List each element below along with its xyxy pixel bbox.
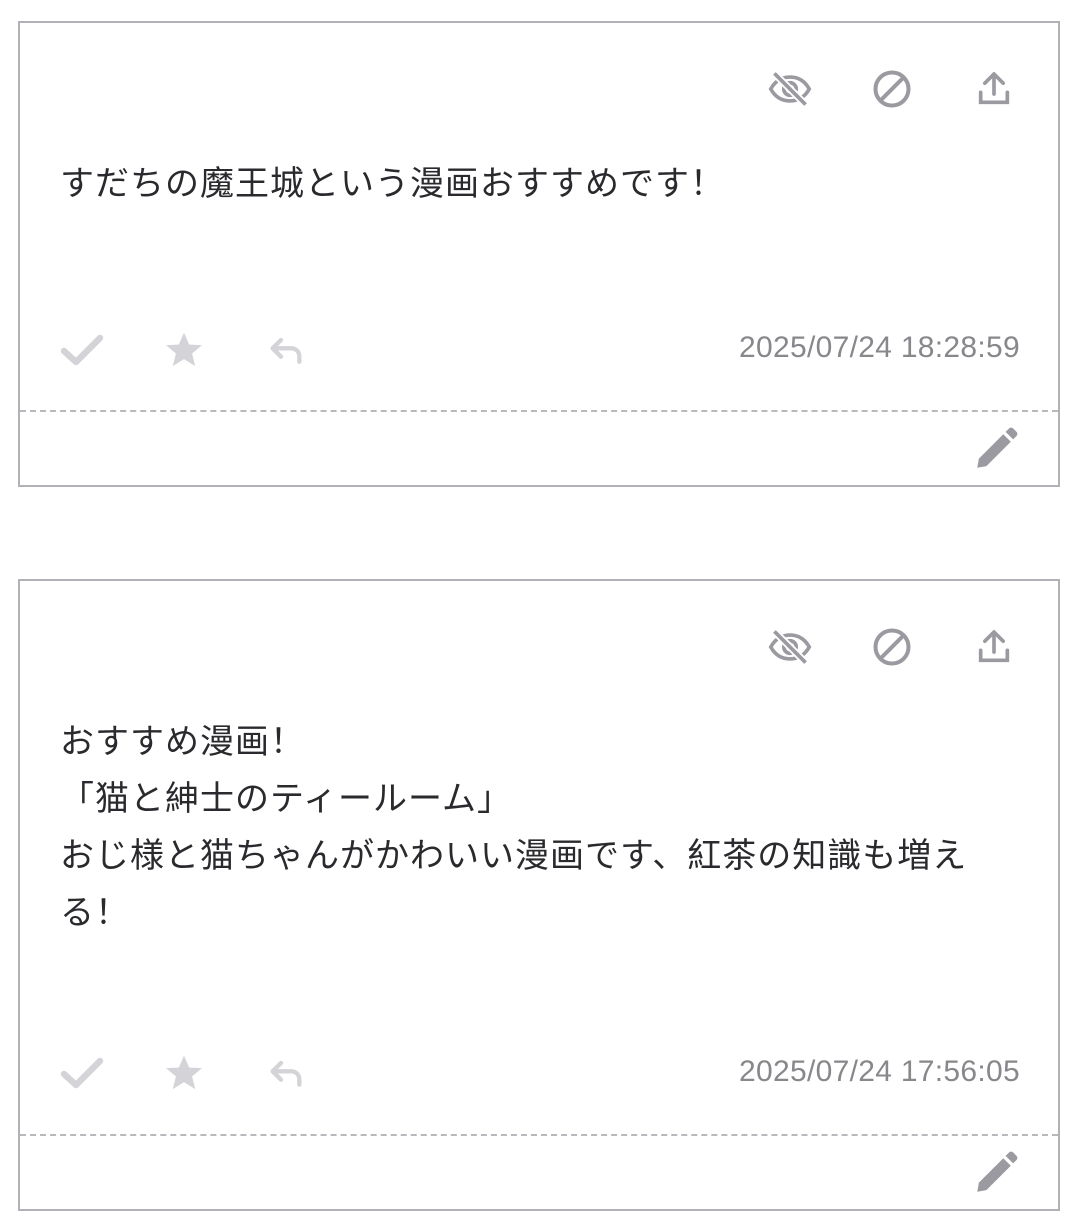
post-timestamp: 2025/07/24 18:28:59 bbox=[739, 331, 1020, 364]
star-icon bbox=[166, 1055, 202, 1090]
card-bottom-actions bbox=[56, 1047, 312, 1099]
star-icon bbox=[166, 332, 202, 367]
block-icon bbox=[873, 628, 911, 666]
reply-button[interactable] bbox=[260, 1047, 312, 1099]
reply-button[interactable] bbox=[260, 324, 312, 376]
favorite-button[interactable] bbox=[158, 324, 210, 376]
upload-icon bbox=[978, 630, 1010, 663]
card-bottom-actions bbox=[56, 324, 312, 376]
edit-button[interactable] bbox=[970, 1147, 1022, 1199]
eye-slash-icon bbox=[768, 628, 812, 666]
post-message: すだちの魔王城という漫画おすすめです！ bbox=[60, 164, 725, 204]
card-top-actions bbox=[764, 63, 1020, 115]
check-icon bbox=[60, 334, 104, 366]
reply-icon bbox=[270, 337, 302, 364]
pencil-icon bbox=[977, 427, 1018, 468]
upload-icon bbox=[978, 72, 1010, 105]
share-button[interactable] bbox=[968, 621, 1020, 673]
hide-button[interactable] bbox=[764, 63, 816, 115]
edit-button[interactable] bbox=[970, 423, 1022, 475]
check-button[interactable] bbox=[56, 324, 108, 376]
card-divider bbox=[20, 1134, 1058, 1136]
block-button[interactable] bbox=[866, 621, 918, 673]
card-divider bbox=[20, 410, 1058, 412]
share-button[interactable] bbox=[968, 63, 1020, 115]
pencil-icon bbox=[977, 1151, 1018, 1192]
post-timestamp: 2025/07/24 17:56:05 bbox=[739, 1055, 1020, 1088]
check-icon bbox=[60, 1057, 104, 1089]
block-icon bbox=[873, 70, 911, 108]
eye-slash-icon bbox=[768, 70, 812, 108]
block-button[interactable] bbox=[866, 63, 918, 115]
favorite-button[interactable] bbox=[158, 1047, 210, 1099]
post-card: おすすめ漫画！ 「猫と紳士のティールーム」 おじ様と猫ちゃんがかわいい漫画です、… bbox=[18, 579, 1060, 1211]
check-button[interactable] bbox=[56, 1047, 108, 1099]
post-message: おすすめ漫画！ 「猫と紳士のティールーム」 おじ様と猫ちゃんがかわいい漫画です、… bbox=[60, 722, 968, 933]
post-card: すだちの魔王城という漫画おすすめです！ 2025/07/24 18:28:59 bbox=[18, 21, 1060, 487]
card-top-actions bbox=[764, 621, 1020, 673]
reply-icon bbox=[270, 1060, 302, 1087]
hide-button[interactable] bbox=[764, 621, 816, 673]
